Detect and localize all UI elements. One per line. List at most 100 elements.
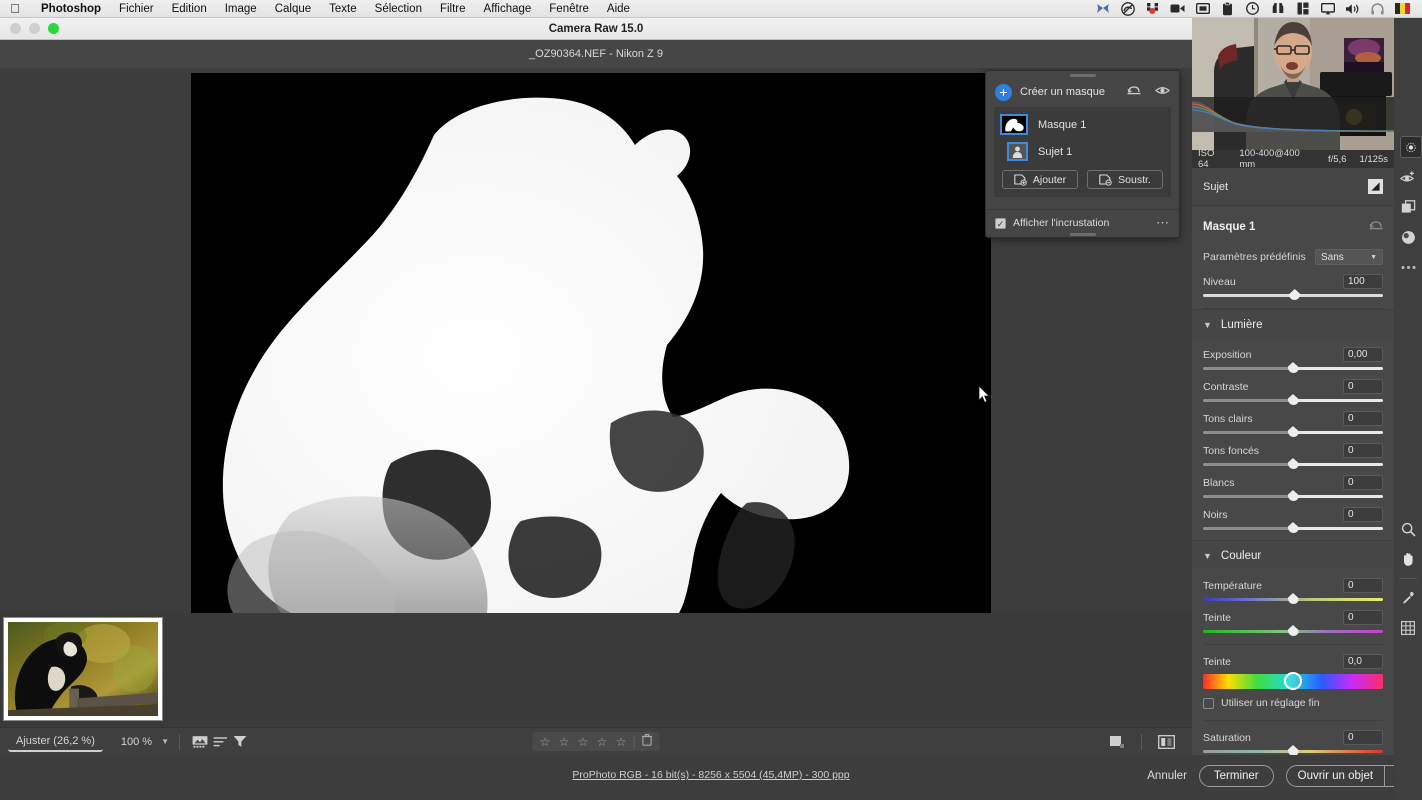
level-value[interactable]: 100 xyxy=(1343,274,1383,289)
show-overlay-checkbox[interactable]: ✓ xyxy=(995,217,1006,229)
menu-selection[interactable]: Sélection xyxy=(366,3,431,15)
slider-track[interactable] xyxy=(1203,522,1383,533)
hand-icon[interactable] xyxy=(1397,548,1419,570)
clipboard-icon[interactable] xyxy=(1220,1,1235,16)
preset-select[interactable]: Sans ▼ xyxy=(1315,249,1383,265)
slider-value[interactable]: 0 xyxy=(1343,475,1383,490)
spot-removal-icon[interactable] xyxy=(1397,166,1419,188)
mask-tool-icon[interactable] xyxy=(1400,136,1422,158)
mask-settings-scroll[interactable]: Sujet Masque 1 Paramètres prédéfinis San… xyxy=(1192,168,1394,755)
rating-star-3[interactable]: ☆ xyxy=(575,735,592,749)
menu-texte[interactable]: Texte xyxy=(320,3,366,15)
slider-track[interactable] xyxy=(1203,490,1383,501)
slider-track[interactable] xyxy=(1203,426,1383,437)
grid-icon[interactable] xyxy=(1397,617,1419,639)
subtract-from-mask-button[interactable]: Soustr. xyxy=(1087,170,1163,189)
rating-star-2[interactable]: ☆ xyxy=(556,735,573,749)
level-track[interactable] xyxy=(1203,289,1383,300)
slider-value[interactable]: 0 xyxy=(1343,443,1383,458)
add-to-mask-button[interactable]: Ajouter xyxy=(1002,170,1078,189)
slider-track[interactable] xyxy=(1203,458,1383,469)
sort-icon[interactable] xyxy=(210,733,230,751)
filmstrip-toggle-icon[interactable] xyxy=(190,733,210,751)
cancel-button[interactable]: Annuler xyxy=(1147,770,1187,782)
airplay-icon[interactable] xyxy=(1320,1,1335,16)
done-button[interactable]: Terminer xyxy=(1198,765,1274,787)
slider-exposition[interactable]: Exposition 0,00 xyxy=(1203,347,1383,373)
slider-contraste[interactable]: Contraste 0 xyxy=(1203,379,1383,405)
menu-fenetre[interactable]: Fenêtre xyxy=(540,3,598,15)
slider-track[interactable] xyxy=(1203,362,1383,373)
slider-teinte[interactable]: Teinte 0 xyxy=(1203,610,1383,636)
slider-value[interactable]: 0 xyxy=(1343,730,1383,745)
mask-options-more-icon[interactable]: ⋯ xyxy=(1156,216,1170,229)
slider-tons-fonces[interactable]: Tons foncés 0 xyxy=(1203,443,1383,469)
slider-tons-clairs[interactable]: Tons clairs 0 xyxy=(1203,411,1383,437)
hue-value[interactable]: 0,0 xyxy=(1343,654,1383,669)
menu-calque[interactable]: Calque xyxy=(266,3,320,15)
mask1-reset-icon[interactable] xyxy=(1369,218,1383,236)
slider-value[interactable]: 0 xyxy=(1343,610,1383,625)
slider-track[interactable] xyxy=(1203,593,1383,604)
hue-control[interactable]: Teinte 0,0 xyxy=(1203,654,1383,690)
dropbox-icon[interactable] xyxy=(1145,1,1160,16)
slider-knob[interactable] xyxy=(1287,426,1299,437)
slider-noirs[interactable]: Noirs 0 xyxy=(1203,507,1383,533)
slider-value[interactable]: 0 xyxy=(1343,507,1383,522)
rating-star-1[interactable]: ☆ xyxy=(537,735,554,749)
mask-invert-icon[interactable] xyxy=(1368,179,1383,194)
zoom-select[interactable]: 100 % ▼ xyxy=(121,736,169,748)
creativecloud-icon[interactable] xyxy=(1120,1,1135,16)
filter-icon[interactable] xyxy=(230,733,250,751)
slider-knob[interactable] xyxy=(1287,625,1299,636)
slider-track[interactable] xyxy=(1203,745,1383,755)
slider-value[interactable]: 0 xyxy=(1343,379,1383,394)
slider-knob[interactable] xyxy=(1287,394,1299,405)
menu-affichage[interactable]: Affichage xyxy=(475,3,541,15)
trash-icon[interactable] xyxy=(639,734,656,749)
slider-value[interactable]: 0 xyxy=(1343,411,1383,426)
hue-spectrum-band[interactable] xyxy=(1203,672,1383,690)
presets-icon[interactable] xyxy=(1397,226,1419,248)
menu-aide[interactable]: Aide xyxy=(598,3,639,15)
rating-stars-control[interactable]: ☆ ☆ ☆ ☆ ☆ xyxy=(532,732,660,751)
slider-saturation[interactable]: Saturation 0 xyxy=(1203,730,1383,755)
panel-drag-handle-bottom[interactable] xyxy=(1069,233,1096,236)
mask-thumbnail[interactable] xyxy=(1000,114,1028,135)
filmstrip-thumbnail[interactable] xyxy=(3,617,163,721)
menu-photoshop[interactable]: Photoshop xyxy=(32,3,110,15)
slider-value[interactable]: 0 xyxy=(1343,578,1383,593)
level-knob[interactable] xyxy=(1289,289,1301,300)
subject-list-item[interactable]: Sujet 1 xyxy=(1000,142,1165,161)
apple-logo-icon[interactable]:  xyxy=(8,2,22,15)
slider-knob[interactable] xyxy=(1287,593,1299,604)
fine-adjust-checkbox[interactable]: ✓ xyxy=(1203,697,1214,709)
compare-view-icon[interactable] xyxy=(1156,733,1176,751)
slider-knob[interactable] xyxy=(1287,458,1299,469)
hue-knob[interactable] xyxy=(1284,672,1302,690)
color-section-header[interactable]: ▼ Couleur xyxy=(1192,540,1394,569)
display-icon[interactable] xyxy=(1195,1,1210,16)
slider-knob[interactable] xyxy=(1287,490,1299,501)
subject-section-header[interactable]: Sujet xyxy=(1192,168,1394,206)
mask-list-item[interactable]: Masque 1 xyxy=(1000,114,1165,135)
open-object-button[interactable]: Ouvrir un objet ▼ xyxy=(1285,765,1408,787)
reset-mask-icon[interactable] xyxy=(1127,83,1141,101)
fit-zoom-button[interactable]: Ajuster (26,2 %) xyxy=(8,732,103,752)
light-section-header[interactable]: ▼ Lumière xyxy=(1192,309,1394,338)
menu-fichier[interactable]: Fichier xyxy=(110,3,163,15)
rating-star-4[interactable]: ☆ xyxy=(594,735,611,749)
flag-belgium-icon[interactable] xyxy=(1395,1,1410,16)
slider-knob[interactable] xyxy=(1287,522,1299,533)
single-view-icon[interactable] xyxy=(1107,733,1127,751)
binoculars-icon[interactable] xyxy=(1270,1,1285,16)
screenrecord-icon[interactable] xyxy=(1170,1,1185,16)
mask-preview-image[interactable] xyxy=(191,73,991,613)
menu-filtre[interactable]: Filtre xyxy=(431,3,475,15)
visibility-eye-icon[interactable] xyxy=(1155,83,1170,101)
menu-image[interactable]: Image xyxy=(216,3,266,15)
headphones-icon[interactable] xyxy=(1370,1,1385,16)
volume-icon[interactable] xyxy=(1345,1,1360,16)
snapshots-icon[interactable] xyxy=(1397,196,1419,218)
slider-track[interactable] xyxy=(1203,394,1383,405)
